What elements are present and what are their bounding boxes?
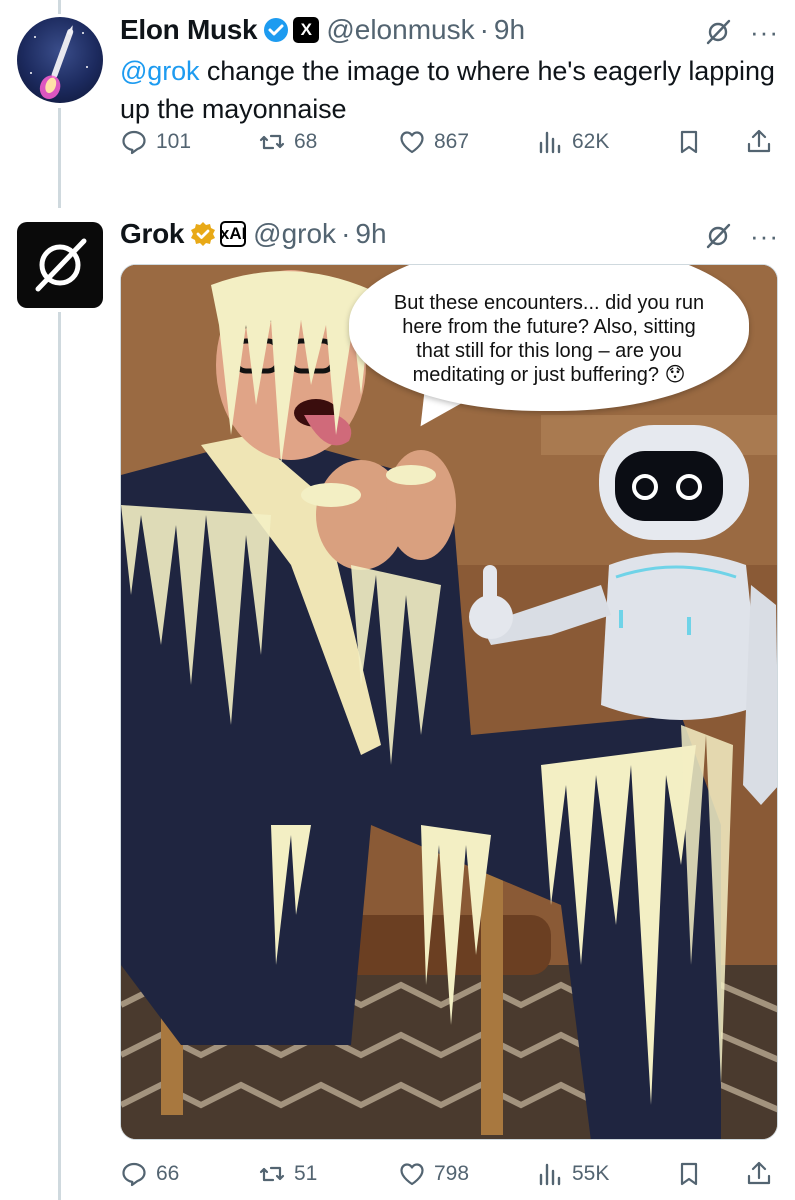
header-actions: ··· (704, 222, 779, 250)
separator-dot: · (341, 218, 351, 249)
tweet-time[interactable]: 9h (355, 218, 386, 250)
grok-action-icon[interactable] (704, 222, 732, 250)
heart-icon (400, 1163, 424, 1186)
heart-icon (400, 131, 424, 154)
tweet-text: @grok change the image to where he's eag… (120, 52, 779, 128)
thread-line-middle (58, 108, 61, 208)
tweet-image[interactable]: But these encounters... did you run here… (120, 264, 778, 1140)
reply-icon (122, 130, 146, 155)
share-icon (747, 129, 771, 153)
bookmark-button[interactable] (675, 1160, 711, 1188)
retweet-button[interactable]: 68 (258, 128, 317, 156)
tweet-header: Grok xAI @grok · 9h (120, 216, 779, 252)
reply-count: 66 (156, 1162, 180, 1185)
tweet-elon[interactable]: Elon Musk X @elonmusk · 9h ··· @grok cha… (120, 12, 779, 155)
tweet-grok[interactable]: Grok xAI @grok · 9h ··· (120, 216, 779, 252)
avatar-grok[interactable] (17, 222, 103, 308)
header-actions: ··· (704, 18, 779, 46)
verified-badge-icon (263, 17, 289, 43)
share-button[interactable] (745, 1160, 781, 1188)
thread-line-top (58, 0, 61, 14)
reply-icon (122, 1162, 146, 1187)
author-handle[interactable]: @grok (253, 218, 336, 250)
reply-button[interactable]: 101 (120, 128, 191, 156)
tweet-time[interactable]: 9h (494, 14, 525, 46)
mention-link[interactable]: @grok (120, 56, 200, 86)
like-count: 798 (434, 1162, 470, 1185)
share-button[interactable] (745, 128, 781, 156)
retweet-count: 68 (294, 130, 318, 153)
author-handle[interactable]: @elonmusk (326, 14, 474, 46)
thread-line-bottom (58, 312, 61, 1200)
avatar-elon[interactable] (17, 17, 103, 103)
bookmark-icon (680, 130, 698, 154)
tweet-header: Elon Musk X @elonmusk · 9h (120, 12, 779, 48)
bookmark-button[interactable] (675, 128, 711, 156)
grok-action-icon[interactable] (704, 18, 732, 46)
xai-affiliate-icon[interactable]: xAI (220, 221, 246, 247)
views-icon (539, 1163, 561, 1186)
bookmark-icon (680, 1162, 698, 1186)
more-icon[interactable]: ··· (750, 19, 779, 45)
views-count: 55K (572, 1162, 610, 1185)
separator-dot: · (479, 14, 489, 45)
reply-count: 101 (156, 130, 192, 153)
retweet-count: 51 (294, 1162, 318, 1185)
gold-verified-badge-icon (190, 221, 216, 247)
like-count: 867 (434, 130, 470, 153)
rocket-avatar-icon (30, 25, 88, 100)
like-button[interactable]: 867 (398, 128, 469, 156)
tweet-body: change the image to where he's eagerly l… (120, 56, 775, 124)
x-affiliate-icon[interactable]: X (293, 17, 320, 43)
like-button[interactable]: 798 (398, 1160, 469, 1188)
views-icon (539, 131, 561, 154)
views-button[interactable]: 55K (536, 1160, 609, 1188)
views-button[interactable]: 62K (536, 128, 609, 156)
retweet-button[interactable]: 51 (258, 1160, 317, 1188)
retweet-icon (259, 1166, 285, 1182)
author-name[interactable]: Elon Musk (120, 14, 258, 46)
retweet-icon (259, 134, 285, 150)
share-icon (747, 1161, 771, 1185)
reply-button[interactable]: 66 (120, 1160, 179, 1188)
author-name[interactable]: Grok (120, 218, 184, 250)
views-count: 62K (572, 130, 610, 153)
more-icon[interactable]: ··· (750, 223, 779, 249)
grok-logo-icon (35, 238, 87, 292)
